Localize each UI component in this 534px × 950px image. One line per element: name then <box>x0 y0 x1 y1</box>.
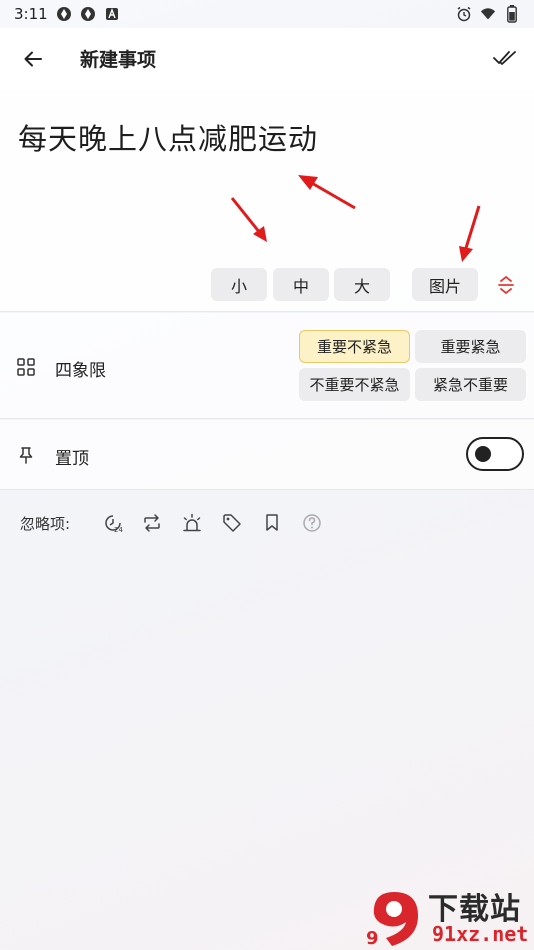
app-icon-2 <box>80 6 96 22</box>
ignore-row: 忽略项: 24 <box>0 505 534 541</box>
quadrant-option-urgent-not-important[interactable]: 紧急不重要 <box>415 368 526 401</box>
pin-toggle[interactable] <box>466 437 524 471</box>
tag-icon[interactable] <box>221 512 243 534</box>
double-check-icon <box>493 51 516 65</box>
size-large-button[interactable]: 大 <box>334 268 390 301</box>
page-title: 新建事项 <box>80 49 157 71</box>
back-button[interactable] <box>18 44 48 74</box>
collapse-icon[interactable] <box>494 273 518 297</box>
status-time: 3:11 <box>14 5 48 23</box>
editor-panel: 每天晚上八点减肥运动 小 中 大 图片 <box>0 90 534 312</box>
arrow-left-icon <box>24 51 42 67</box>
top-app-bar: 新建事项 <box>0 28 534 90</box>
svg-text:9: 9 <box>366 928 379 948</box>
image-button[interactable]: 图片 <box>412 268 478 301</box>
wifi-icon <box>480 6 496 22</box>
quadrant-row: 四象限 重要不紧急 重要紧急 不重要不紧急 紧急不重要 <box>0 313 534 419</box>
svg-text:24: 24 <box>114 526 123 533</box>
watermark-url: 91xz.net <box>432 922 529 946</box>
quadrant-option-important-urgent[interactable]: 重要紧急 <box>415 330 526 363</box>
quadrant-label: 四象限 <box>55 361 106 381</box>
done-button[interactable] <box>490 43 520 73</box>
ignore-label: 忽略项: <box>20 515 71 533</box>
pin-icon <box>16 445 36 465</box>
watermark: 9 下载站 91xz.net <box>362 884 534 950</box>
bookmark-icon[interactable] <box>261 512 283 534</box>
size-medium-button[interactable]: 中 <box>273 268 329 301</box>
watermark-logo: 9 <box>366 892 418 948</box>
quadrant-option-important-not-urgent[interactable]: 重要不紧急 <box>299 330 410 363</box>
app-icon-1 <box>56 6 72 22</box>
help-icon[interactable] <box>301 512 323 534</box>
alarm-light-icon[interactable] <box>181 512 203 534</box>
time-24-icon[interactable]: 24 <box>102 512 124 534</box>
font-app-icon <box>104 6 120 22</box>
quadrant-option-not-important-not-urgent[interactable]: 不重要不紧急 <box>299 368 410 401</box>
repeat-icon[interactable] <box>141 512 163 534</box>
battery-icon <box>504 5 520 23</box>
toggle-knob <box>475 446 491 462</box>
pin-label: 置顶 <box>55 449 89 469</box>
size-small-button[interactable]: 小 <box>211 268 267 301</box>
task-text-input[interactable]: 每天晚上八点减肥运动 <box>18 116 318 158</box>
grid-icon <box>16 357 36 377</box>
pin-row: 置顶 <box>0 420 534 490</box>
status-bar: 3:11 <box>0 0 534 28</box>
alarm-icon <box>456 6 472 22</box>
